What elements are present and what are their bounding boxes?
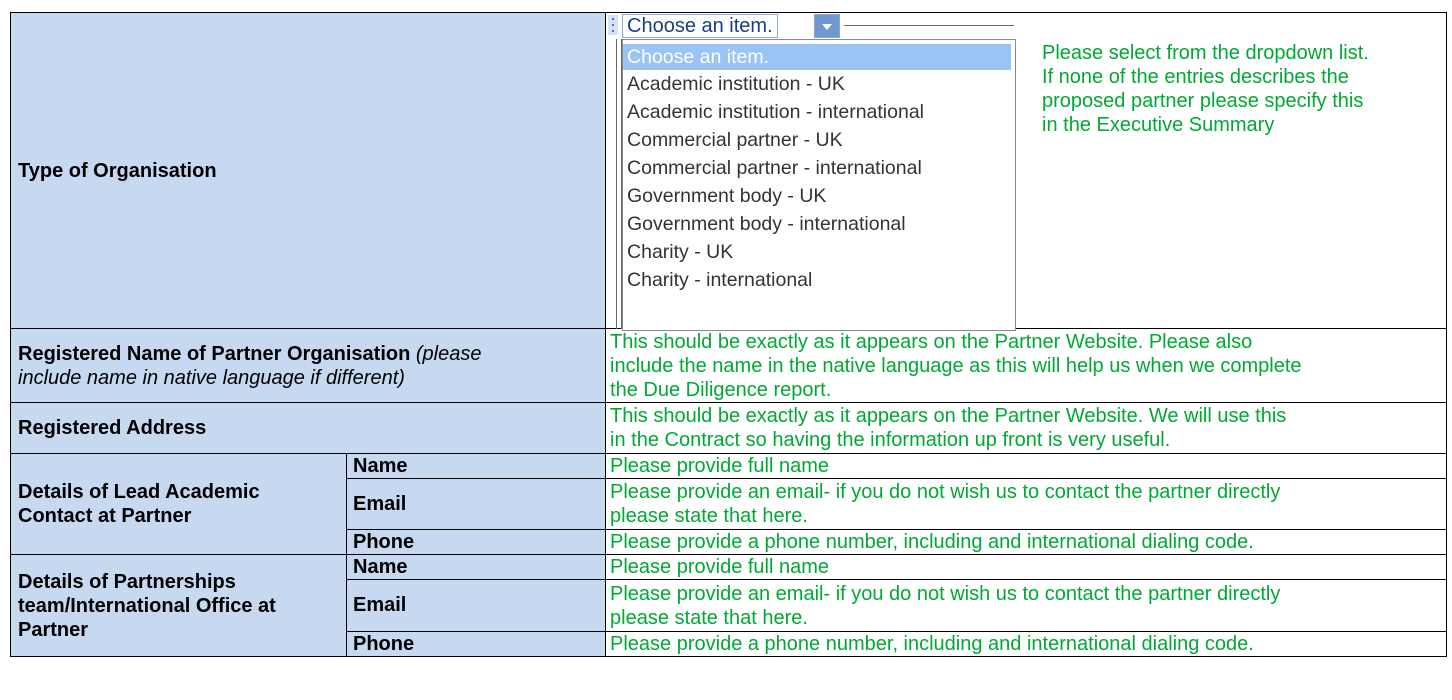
guide-line: the Due Diligence report. (610, 378, 832, 401)
lead-email-label: Email (345, 478, 607, 530)
dropdown-options-list: Choose an item. Academic institution - U… (622, 39, 1017, 331)
lead-name-field[interactable]: Please provide full name (605, 453, 1448, 479)
partnerships-email-label: Email (345, 579, 607, 632)
registered-name-hint: (please (415, 342, 482, 365)
instruction-line: in the Executive Summary (1042, 114, 1275, 136)
partnerships-email-field[interactable]: Please provide an email- if you do not w… (605, 579, 1448, 632)
registered-name-label: Registered Name of Partner Organisation … (9, 328, 607, 403)
instruction-line: proposed partner please specify this (1042, 90, 1364, 112)
row-lead-name: Details of Lead Academic Contact at Part… (10, 453, 1448, 555)
dropdown-option[interactable]: Government body - international (623, 210, 1015, 238)
guide-line: in the Contract so having the informatio… (610, 429, 1171, 451)
partnerships-phone-field[interactable]: Please provide a phone number, including… (605, 631, 1448, 657)
drag-handle-icon[interactable] (608, 15, 619, 35)
chevron-down-icon[interactable] (814, 14, 841, 38)
dropdown-option[interactable]: Choose an item. (623, 44, 1012, 70)
lead-email-field[interactable]: Please provide an email- if you do not w… (605, 478, 1448, 530)
registered-name-field[interactable]: This should be exactly as it appears on … (605, 328, 1448, 403)
lead-academic-contact-label: Details of Lead Academic Contact at Part… (10, 453, 347, 555)
guide-line: please state that here. (610, 505, 808, 527)
row-registered-address: Registered Address This should be exactl… (9, 402, 1448, 454)
dropdown-option[interactable]: Academic institution - UK (623, 70, 1015, 98)
guide-line: Please provide an email- if you do not w… (610, 481, 1281, 503)
dropdown-option[interactable]: Charity - international (623, 266, 1015, 294)
dropdown-option[interactable]: Commercial partner - UK (623, 126, 1015, 154)
type-of-organisation-label: Type of Organisation (9, 12, 607, 329)
lead-phone-field[interactable]: Please provide a phone number, including… (605, 529, 1448, 555)
dropdown-option[interactable]: Government body - UK (623, 182, 1015, 210)
dropdown-current-value[interactable]: Choose an item. (622, 14, 778, 38)
registered-name-hint-cont: include name in native language if diffe… (18, 366, 405, 389)
label-line: team/International Office at (18, 594, 276, 617)
dropdown-option[interactable]: Charity - UK (623, 238, 1015, 266)
guide-line: please state that here. (610, 606, 808, 629)
dropdown-option[interactable]: Commercial partner - international (623, 154, 1015, 182)
partnerships-contact-label: Details of Partnerships team/Internation… (10, 554, 347, 657)
dropdown-instructions: Please select from the dropdown list. If… (1042, 41, 1442, 137)
row-registered-name: Registered Name of Partner Organisation … (9, 328, 1448, 403)
organisation-type-dropdown[interactable]: Choose an item. Choose an item. Academic… (608, 13, 1018, 331)
partnerships-phone-label: Phone (345, 631, 607, 657)
partnerships-name-field[interactable]: Please provide full name (605, 554, 1448, 580)
field-underline (844, 25, 1015, 26)
instruction-line: If none of the entries describes the (1042, 66, 1349, 88)
label-line: Details of Partnerships (18, 570, 236, 593)
guide-line: This should be exactly as it appears on … (610, 405, 1287, 427)
instruction-line: Please select from the dropdown list. (1042, 42, 1369, 64)
row-partnerships-name: Details of Partnerships team/Internation… (10, 554, 1448, 657)
partnerships-name-label: Name (345, 554, 607, 580)
registered-address-label: Registered Address (9, 402, 607, 454)
dropdown-option[interactable]: Academic institution - international (623, 98, 1015, 126)
partner-details-table: Type of Organisation Choose an item. Cho… (9, 12, 1448, 657)
guide-line: Please provide an email- if you do not w… (610, 582, 1281, 605)
guide-line: This should be exactly as it appears on … (610, 330, 1253, 353)
label-line: Partner (18, 618, 89, 641)
lead-phone-label: Phone (345, 529, 607, 555)
lead-name-label: Name (345, 453, 607, 479)
registered-address-field[interactable]: This should be exactly as it appears on … (605, 402, 1448, 454)
row-type-of-organisation: Type of Organisation Choose an item. Cho… (9, 12, 1448, 331)
type-of-organisation-cell: Choose an item. Choose an item. Academic… (605, 12, 1448, 331)
label-line: Details of Lead Academic (18, 481, 260, 503)
label-line: Contact at Partner (18, 505, 192, 527)
registered-name-title: Registered Name of Partner Organisation (18, 342, 411, 365)
guide-line: include the name in the native language … (610, 354, 1302, 377)
